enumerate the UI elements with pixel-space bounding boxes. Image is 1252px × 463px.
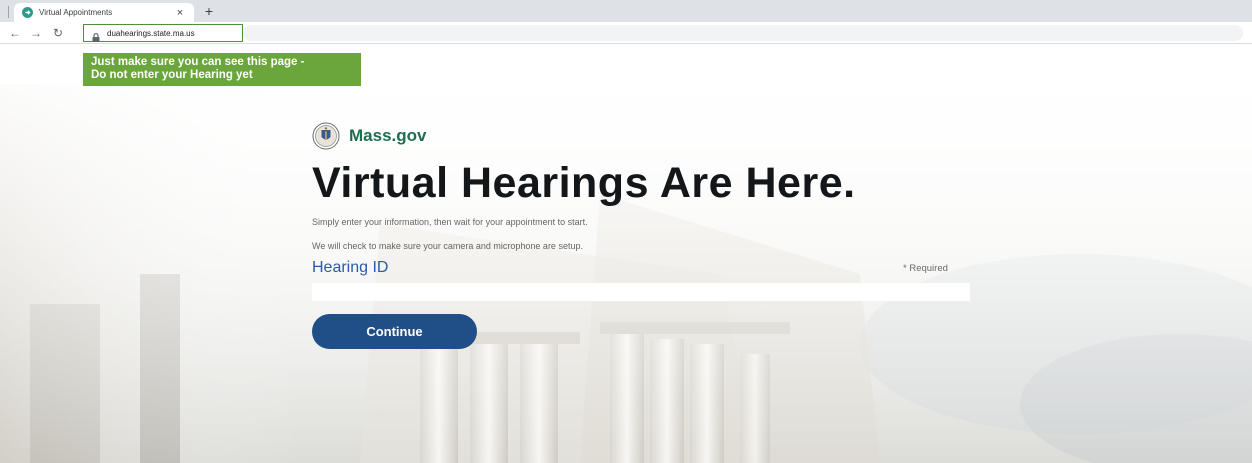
courthouse-background-image bbox=[0, 44, 1252, 463]
callout-line-2: Do not enter your Hearing yet bbox=[91, 69, 253, 81]
close-icon[interactable]: × bbox=[172, 7, 188, 19]
instruction-callout: Just make sure you can see this page - D… bbox=[83, 53, 361, 86]
mass-gov-brand[interactable]: Mass.gov bbox=[312, 122, 426, 150]
url-text: duahearings.state.ma.us bbox=[107, 28, 195, 38]
brand-name: Mass.gov bbox=[349, 126, 427, 145]
callout-line-1: Just make sure you can see this page - bbox=[91, 56, 305, 68]
lock-icon bbox=[92, 29, 100, 42]
address-bar[interactable]: duahearings.state.ma.us bbox=[83, 24, 243, 42]
hearing-id-input[interactable] bbox=[312, 283, 970, 301]
browser-toolbar: ← → ↻ duahearings.state.ma.us bbox=[0, 22, 1252, 44]
forward-arrow-icon[interactable]: → bbox=[27, 24, 45, 42]
address-bar-track bbox=[243, 25, 1243, 41]
mass-seal-icon bbox=[312, 122, 340, 150]
tab-strip: Virtual Appointments × + bbox=[0, 0, 1252, 22]
tab-separator bbox=[8, 6, 9, 18]
hearing-id-label: Hearing ID bbox=[312, 259, 389, 276]
reload-icon[interactable]: ↻ bbox=[49, 24, 67, 42]
required-note: * Required bbox=[903, 263, 948, 274]
browser-window: Virtual Appointments × + ← → ↻ duahearin… bbox=[0, 0, 1252, 463]
tab-title: Virtual Appointments bbox=[39, 8, 113, 17]
intro-text-2: We will check to make sure your camera a… bbox=[312, 241, 583, 251]
plus-icon[interactable]: + bbox=[200, 2, 218, 20]
favicon-icon bbox=[22, 7, 33, 18]
tab-virtual-appointments[interactable]: Virtual Appointments × bbox=[14, 3, 194, 22]
page-title: Virtual Hearings Are Here. bbox=[312, 159, 856, 207]
page-content: Just make sure you can see this page - D… bbox=[0, 44, 1252, 463]
back-arrow-icon[interactable]: ← bbox=[6, 24, 24, 42]
intro-text-1: Simply enter your information, then wait… bbox=[312, 217, 588, 227]
continue-button[interactable]: Continue bbox=[312, 314, 477, 349]
